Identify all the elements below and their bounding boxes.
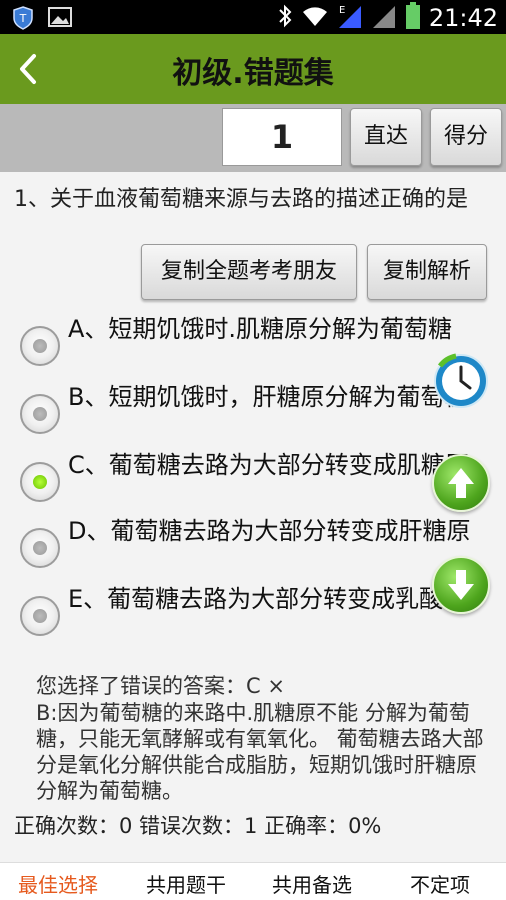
- battery-icon: [405, 2, 421, 34]
- bluetooth-icon: [277, 3, 293, 33]
- option-c[interactable]: C、葡萄糖去路为大部分转变成肌糖原: [20, 450, 500, 516]
- option-label: B、短期饥饿时，肝糖原分解为葡萄糖: [68, 383, 469, 411]
- option-b[interactable]: B、短期饥饿时，肝糖原分解为葡萄糖: [20, 382, 500, 448]
- timer-button[interactable]: [432, 352, 490, 410]
- app-header: 初级.错题集: [0, 34, 506, 104]
- arrow-up-icon: [434, 468, 488, 514]
- question-number-input[interactable]: 1: [222, 108, 342, 166]
- copy-full-question-button[interactable]: 复制全题考考朋友: [141, 244, 357, 300]
- go-button[interactable]: 直达: [350, 108, 422, 166]
- radio-button[interactable]: [20, 326, 60, 366]
- selected-answer-result: 您选择了错误的答案：C ×: [36, 674, 285, 698]
- option-label: D、葡萄糖去路为大部分转变成肝糖原: [68, 517, 471, 545]
- previous-question-button[interactable]: [432, 454, 490, 512]
- tab-best-choice[interactable]: 最佳选择: [18, 869, 98, 898]
- option-label: C、葡萄糖去路为大部分转变成肌糖原: [68, 451, 469, 479]
- shield-icon: T: [12, 6, 34, 34]
- radio-button[interactable]: [20, 596, 60, 636]
- answer-explanation: B:因为葡萄糖的来路中.肌糖原不能 分解为葡萄糖，只能无氧酵解或有氧氧化。 葡萄…: [36, 701, 484, 803]
- option-label: E、葡萄糖去路为大部分转变成乳酸: [68, 585, 444, 613]
- next-question-button[interactable]: [432, 556, 490, 614]
- navigation-toolbar: 1 直达 得分: [0, 104, 506, 172]
- option-label: A、短期饥饿时.肌糖原分解为葡萄糖: [68, 315, 453, 343]
- svg-text:E: E: [339, 5, 345, 16]
- radio-button[interactable]: [20, 394, 60, 434]
- option-a[interactable]: A、短期饥饿时.肌糖原分解为葡萄糖: [20, 314, 500, 380]
- signal-icon: [371, 3, 397, 33]
- option-d[interactable]: D、葡萄糖去路为大部分转变成肝糖原: [20, 516, 500, 582]
- answer-statistics: 正确次数：0 错误次数：1 正确率：0%: [14, 814, 382, 838]
- score-button[interactable]: 得分: [430, 108, 502, 166]
- tab-shared-stem[interactable]: 共用题干: [146, 869, 226, 898]
- option-e[interactable]: E、葡萄糖去路为大部分转变成乳酸: [20, 584, 500, 650]
- wifi-icon: [301, 4, 329, 32]
- tab-indefinite[interactable]: 不定项: [410, 869, 470, 898]
- tab-shared-options[interactable]: 共用备选: [272, 869, 352, 898]
- radio-button[interactable]: [20, 528, 60, 568]
- clock-icon: [432, 353, 490, 414]
- clock-time: 21:42: [428, 4, 498, 32]
- svg-text:T: T: [19, 12, 27, 25]
- bottom-tab-bar: 最佳选择 共用题干 共用备选 不定项: [0, 862, 506, 900]
- arrow-down-icon: [434, 570, 488, 616]
- copy-explanation-button[interactable]: 复制解析: [367, 244, 487, 300]
- image-icon: [48, 6, 72, 34]
- page-title: 初级.错题集: [172, 56, 334, 91]
- signal-e-icon: E: [337, 3, 363, 33]
- status-bar: T E 21:42: [0, 0, 506, 34]
- question-text: 1、关于血液葡萄糖来源与去路的描述正确的是: [14, 187, 468, 212]
- radio-button-checked[interactable]: [20, 462, 60, 502]
